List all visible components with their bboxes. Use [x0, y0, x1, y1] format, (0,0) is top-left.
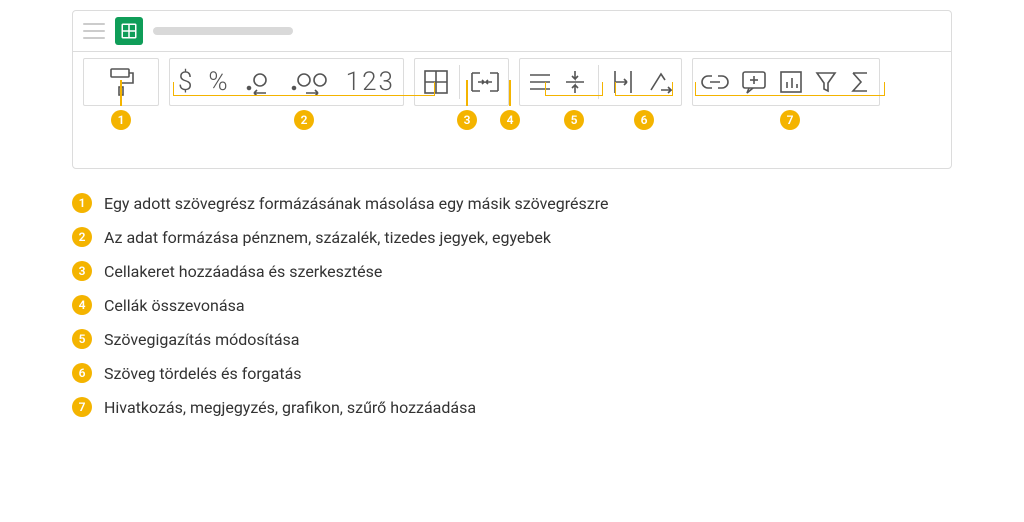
legend-badge: 2 — [72, 227, 92, 247]
callout-badge-3: 3 — [457, 110, 477, 130]
legend-text: Szövegigazítás módosítása — [104, 330, 300, 349]
hamburger-icon[interactable] — [83, 23, 105, 39]
legend-badge: 4 — [72, 295, 92, 315]
legend-item: 6 Szöveg tördelés és forgatás — [72, 363, 952, 383]
callout-badge-7: 7 — [780, 110, 800, 130]
legend-item: 2 Az adat formázása pénznem, százalék, t… — [72, 227, 952, 247]
legend-list: 1 Egy adott szövegrész formázásának máso… — [72, 193, 952, 417]
google-sheets-logo — [115, 17, 143, 45]
legend-badge: 3 — [72, 261, 92, 281]
callout-badge-1: 1 — [111, 110, 131, 130]
legend-badge: 7 — [72, 397, 92, 417]
diagram-container: $ % 123 — [72, 10, 952, 169]
legend-badge: 1 — [72, 193, 92, 213]
callout-badge-2: 2 — [294, 110, 314, 130]
callout-badge-4: 4 — [500, 110, 520, 130]
callout-badge-6: 6 — [634, 110, 654, 130]
legend-text: Egy adott szövegrész formázásának másolá… — [104, 194, 608, 213]
legend-item: 1 Egy adott szövegrész formázásának máso… — [72, 193, 952, 213]
title-bar — [73, 11, 951, 52]
callout-badge-5: 5 — [564, 110, 584, 130]
legend-text: Az adat formázása pénznem, százalék, tiz… — [104, 228, 551, 247]
callouts-overlay: 1 2 3 4 5 6 7 — [73, 80, 951, 140]
sheets-window: $ % 123 — [72, 10, 952, 169]
document-title-placeholder — [153, 27, 293, 35]
legend-badge: 5 — [72, 329, 92, 349]
legend-item: 3 Cellakeret hozzáadása és szerkesztése — [72, 261, 952, 281]
legend-item: 4 Cellák összevonása — [72, 295, 952, 315]
legend-text: Cellakeret hozzáadása és szerkesztése — [104, 262, 382, 281]
legend-item: 7 Hivatkozás, megjegyzés, grafikon, szűr… — [72, 397, 952, 417]
legend-text: Cellák összevonása — [104, 296, 245, 315]
legend-text: Hivatkozás, megjegyzés, grafikon, szűrő … — [104, 398, 476, 417]
legend-item: 5 Szövegigazítás módosítása — [72, 329, 952, 349]
legend-text: Szöveg tördelés és forgatás — [104, 364, 302, 383]
legend-badge: 6 — [72, 363, 92, 383]
